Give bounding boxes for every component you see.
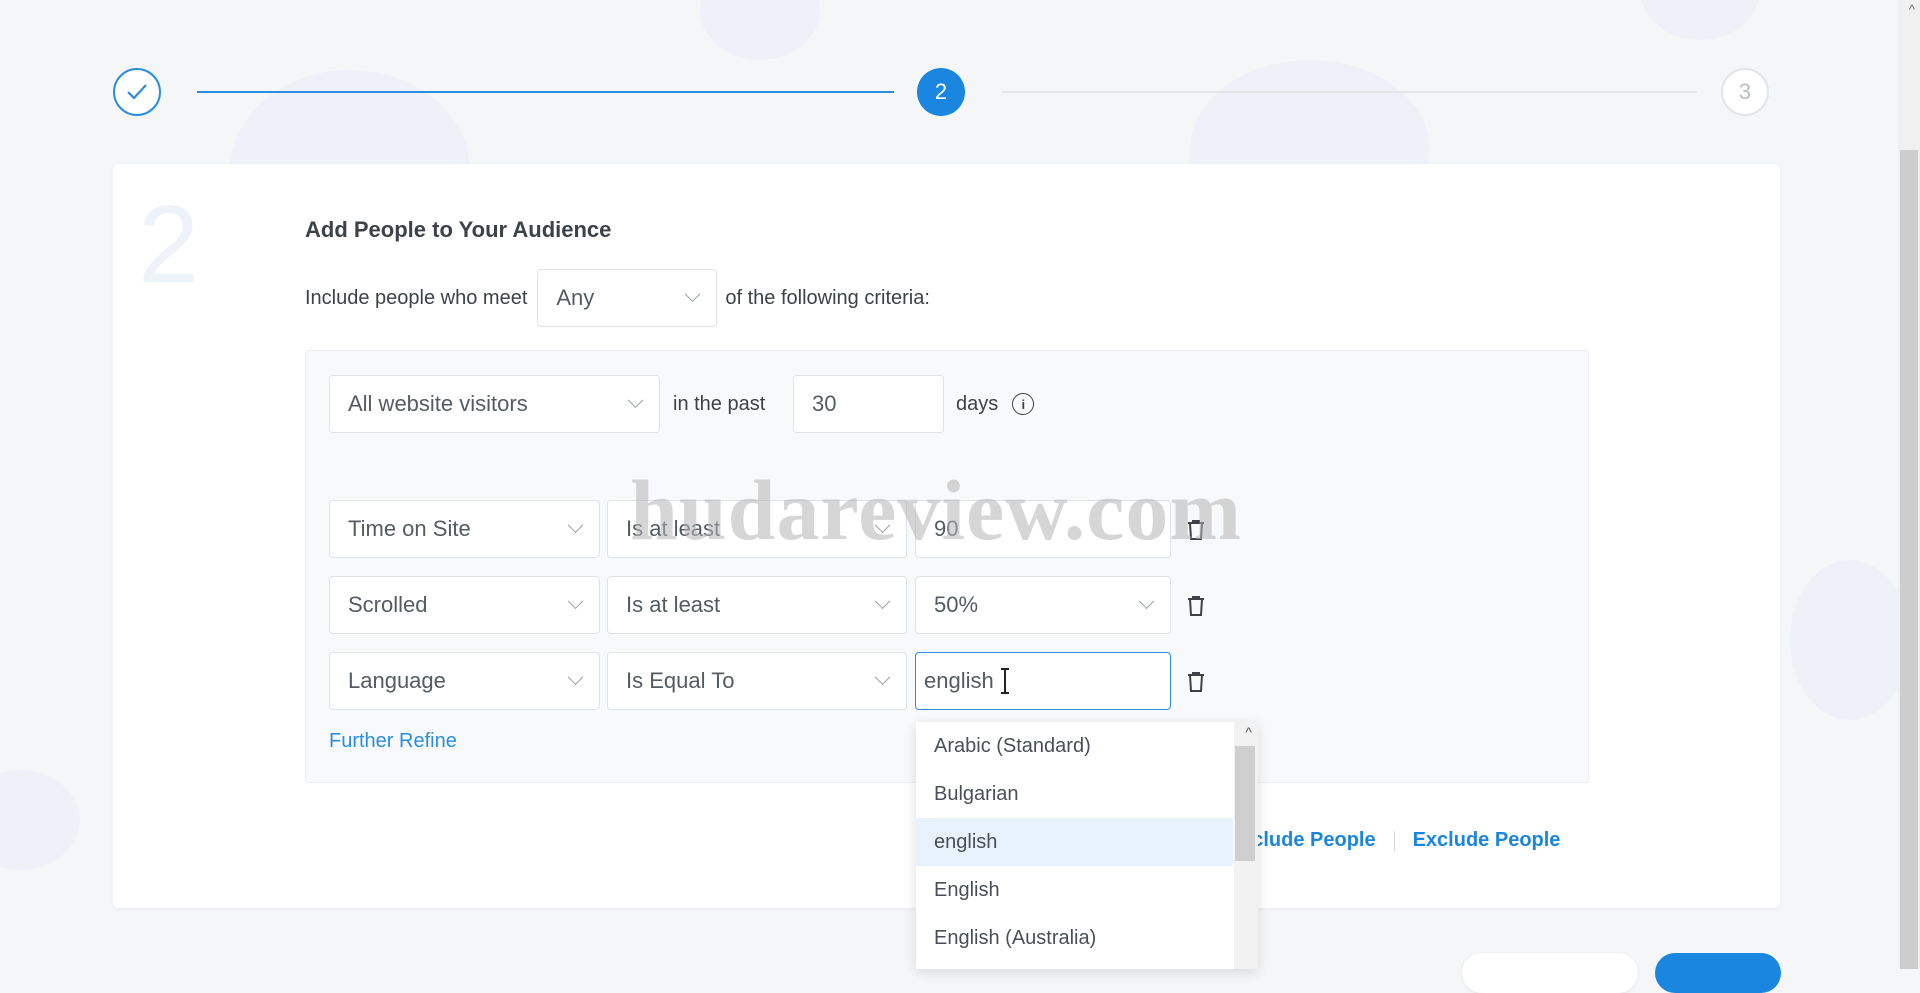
rule-operator-value: Is Equal To xyxy=(626,668,735,693)
visitor-source-value: All website visitors xyxy=(348,391,528,416)
dropdown-option-highlighted[interactable]: english xyxy=(916,818,1233,866)
include-prefix-label: Include people who meet xyxy=(305,286,528,309)
rule-operator-select[interactable]: Is Equal To xyxy=(607,652,907,710)
chevron-down-icon xyxy=(874,668,891,685)
rule-value-input[interactable]: 90 xyxy=(915,500,1171,558)
checkmark-icon xyxy=(127,84,147,100)
divider xyxy=(1393,830,1395,851)
rule-operator-select[interactable]: Is at least xyxy=(607,500,907,558)
chevron-down-icon xyxy=(567,592,584,609)
rule-operator-value: Is at least xyxy=(626,592,721,617)
criteria-line: Include people who meet Any of the follo… xyxy=(305,268,930,328)
chevron-down-icon xyxy=(1138,592,1155,609)
audience-actions: nclude People Exclude People xyxy=(1240,829,1560,852)
step-big-number: 2 xyxy=(138,183,200,306)
next-button[interactable] xyxy=(1655,953,1781,993)
include-suffix-label: of the following criteria: xyxy=(725,286,930,309)
dropdown-option[interactable]: Arabic (Standard) xyxy=(916,722,1233,770)
background-shape xyxy=(0,770,80,870)
rule-operator-select[interactable]: Is at least xyxy=(607,576,907,634)
chevron-down-icon xyxy=(567,516,584,533)
chevron-down-icon xyxy=(874,516,891,533)
section-title: Add People to Your Audience xyxy=(305,217,612,242)
dropdown-scrollbar[interactable]: ^ xyxy=(1234,722,1258,969)
back-button[interactable] xyxy=(1462,953,1638,993)
scroll-up-arrow-icon[interactable]: ^ xyxy=(1245,724,1252,740)
chevron-down-icon xyxy=(627,391,644,408)
step-2-current[interactable]: 2 xyxy=(917,68,965,116)
dropdown-option[interactable]: English (Australia) xyxy=(916,914,1233,962)
step-1-completed[interactable] xyxy=(113,68,161,116)
rule-field-select[interactable]: Time on Site xyxy=(329,500,600,558)
dropdown-scrollbar-thumb[interactable] xyxy=(1235,746,1255,861)
include-people-link[interactable]: nclude People xyxy=(1240,829,1376,852)
rule-field-value: Scrolled xyxy=(348,592,428,617)
progress-stepper: 2 3 xyxy=(0,0,1920,160)
further-refine-link[interactable]: Further Refine xyxy=(329,730,457,753)
language-search-input[interactable]: english xyxy=(915,652,1171,710)
visitor-source-select[interactable]: All website visitors xyxy=(329,375,660,433)
text-cursor-icon xyxy=(1000,668,1009,694)
rule-field-value: Time on Site xyxy=(348,516,471,541)
days-label-group: days i xyxy=(956,375,1035,433)
match-select[interactable]: Any xyxy=(537,269,718,327)
rule-field-value: Language xyxy=(348,668,446,693)
trash-icon[interactable] xyxy=(1185,518,1207,542)
page-scrollbar[interactable]: ^ xyxy=(1898,0,1920,969)
match-select-value: Any xyxy=(556,285,595,310)
rule-field-select[interactable]: Scrolled xyxy=(329,576,600,634)
step-3-pending[interactable]: 3 xyxy=(1721,68,1769,116)
days-label: days xyxy=(956,392,999,415)
dropdown-option[interactable]: English xyxy=(916,866,1233,914)
language-dropdown[interactable]: Arabic (Standard) Bulgarian english Engl… xyxy=(916,722,1258,969)
rule-operator-value: Is at least xyxy=(626,516,721,541)
info-icon[interactable]: i xyxy=(1012,393,1035,415)
chevron-down-icon xyxy=(567,668,584,685)
exclude-people-link[interactable]: Exclude People xyxy=(1413,829,1561,852)
background-shape xyxy=(1790,560,1910,720)
rule-field-select[interactable]: Language xyxy=(329,652,600,710)
rule-value-select[interactable]: 50% xyxy=(915,576,1171,634)
trash-icon[interactable] xyxy=(1185,594,1207,618)
chevron-down-icon xyxy=(874,592,891,609)
rule-value-select-value: 50% xyxy=(934,592,979,617)
stepper-line-completed xyxy=(197,91,894,93)
days-input[interactable]: 30 xyxy=(793,375,944,433)
scroll-up-arrow-icon[interactable]: ^ xyxy=(1909,2,1915,17)
stepper-line-pending xyxy=(1002,91,1697,93)
dropdown-option[interactable]: Bulgarian xyxy=(916,770,1233,818)
in-the-past-label: in the past xyxy=(673,392,766,415)
chevron-down-icon xyxy=(685,285,701,302)
page-scrollbar-thumb[interactable] xyxy=(1900,150,1918,969)
language-search-value: english xyxy=(924,668,994,693)
trash-icon[interactable] xyxy=(1185,670,1207,694)
